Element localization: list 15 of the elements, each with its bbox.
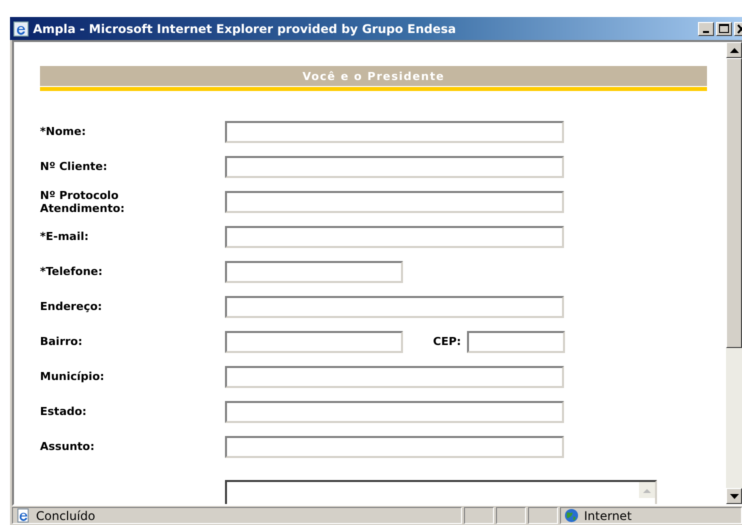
security-zone: Internet (584, 508, 632, 522)
field-label: Endereço: (40, 300, 104, 313)
field-label: CEP: (433, 335, 462, 348)
field-label: Estado: (40, 405, 88, 418)
window-title: Ampla - Microsoft Internet Explorer provided by Grupo Endesa (33, 22, 456, 36)
field-label: Nº Cliente: (40, 160, 108, 173)
field-label: Assunto: (40, 440, 96, 453)
field-label: Município: (40, 370, 106, 383)
field-label: *Telefone: (40, 265, 104, 278)
status-text: Concluído (36, 508, 96, 522)
section-banner: Você e o Presidente (40, 66, 707, 91)
field-label: Bairro: (40, 335, 84, 348)
field-label: *E-mail: (40, 230, 90, 243)
field-label: Nº Protocolo Atendimento: (40, 188, 126, 214)
field-label: *Nome: (40, 125, 87, 138)
